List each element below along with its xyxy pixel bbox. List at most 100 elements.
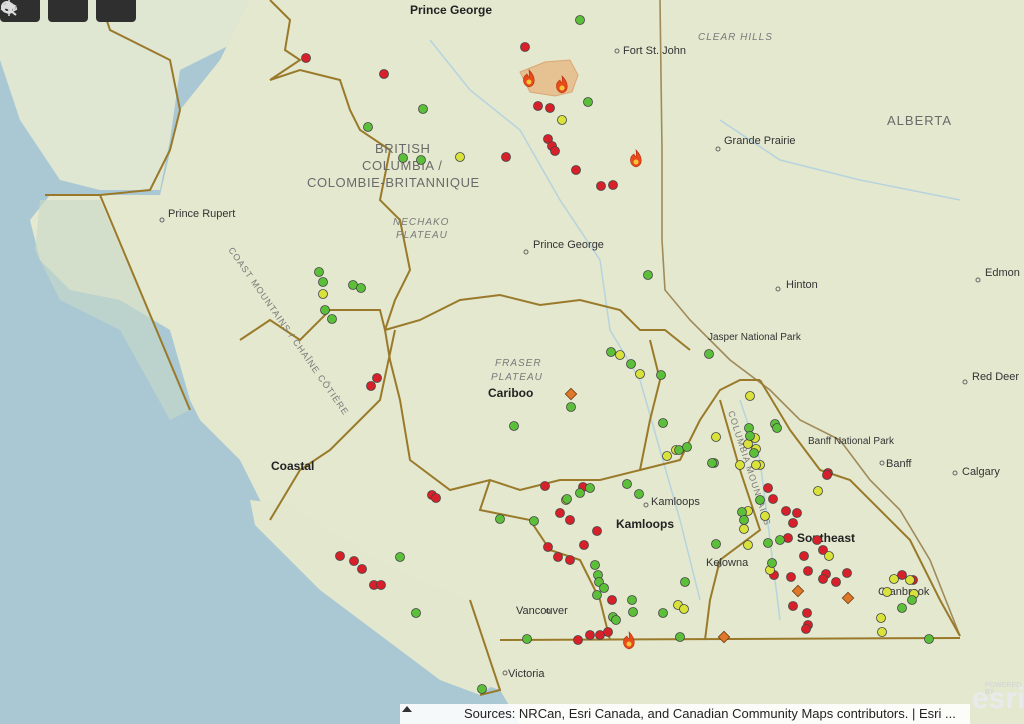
green-fire-marker[interactable] (398, 153, 408, 163)
yellow-fire-marker[interactable] (876, 613, 886, 623)
green-fire-marker[interactable] (356, 283, 366, 293)
red-fire-marker[interactable] (783, 533, 793, 543)
green-fire-marker[interactable] (529, 516, 539, 526)
green-fire-marker[interactable] (711, 539, 721, 549)
red-fire-marker[interactable] (543, 542, 553, 552)
green-fire-marker[interactable] (606, 347, 616, 357)
green-fire-marker[interactable] (622, 479, 632, 489)
green-fire-marker[interactable] (924, 634, 934, 644)
red-fire-marker[interactable] (831, 577, 841, 587)
red-fire-marker[interactable] (501, 152, 511, 162)
red-fire-marker[interactable] (565, 555, 575, 565)
yellow-fire-marker[interactable] (739, 524, 749, 534)
red-fire-marker[interactable] (799, 551, 809, 561)
green-fire-marker[interactable] (658, 418, 668, 428)
yellow-fire-marker[interactable] (813, 486, 823, 496)
map-attribution[interactable]: Sources: NRCan, Esri Canada, and Canadia… (400, 704, 970, 724)
green-fire-marker[interactable] (320, 305, 330, 315)
green-fire-marker[interactable] (411, 608, 421, 618)
yellow-fire-marker[interactable] (679, 604, 689, 614)
red-fire-marker[interactable] (788, 518, 798, 528)
red-fire-marker[interactable] (842, 568, 852, 578)
green-fire-marker[interactable] (772, 423, 782, 433)
yellow-fire-marker[interactable] (760, 511, 770, 521)
red-fire-marker[interactable] (812, 535, 822, 545)
yellow-fire-marker[interactable] (743, 439, 753, 449)
red-fire-marker[interactable] (520, 42, 530, 52)
green-fire-marker[interactable] (680, 577, 690, 587)
green-fire-marker[interactable] (522, 634, 532, 644)
green-fire-marker[interactable] (562, 494, 572, 504)
green-fire-marker[interactable] (363, 122, 373, 132)
red-fire-marker[interactable] (379, 69, 389, 79)
yellow-fire-marker[interactable] (557, 115, 567, 125)
green-fire-marker[interactable] (763, 538, 773, 548)
yellow-fire-marker[interactable] (455, 152, 465, 162)
green-fire-marker[interactable] (707, 458, 717, 468)
green-fire-marker[interactable] (627, 595, 637, 605)
green-fire-marker[interactable] (656, 370, 666, 380)
yellow-fire-marker[interactable] (735, 460, 745, 470)
yellow-fire-marker[interactable] (824, 551, 834, 561)
yellow-fire-marker[interactable] (662, 451, 672, 461)
search-button[interactable] (1, 0, 88, 22)
yellow-fire-marker[interactable] (318, 289, 328, 299)
red-fire-marker[interactable] (802, 608, 812, 618)
red-fire-marker[interactable] (376, 580, 386, 590)
green-fire-marker[interactable] (745, 431, 755, 441)
red-fire-marker[interactable] (781, 506, 791, 516)
yellow-fire-marker[interactable] (615, 350, 625, 360)
yellow-fire-marker[interactable] (882, 587, 892, 597)
green-fire-marker[interactable] (599, 583, 609, 593)
green-fire-marker[interactable] (590, 560, 600, 570)
red-fire-marker[interactable] (607, 595, 617, 605)
green-fire-marker[interactable] (775, 535, 785, 545)
red-fire-marker[interactable] (571, 165, 581, 175)
green-fire-marker[interactable] (611, 615, 621, 625)
green-fire-marker[interactable] (566, 402, 576, 412)
green-fire-marker[interactable] (495, 514, 505, 524)
red-fire-marker[interactable] (372, 373, 382, 383)
green-fire-marker[interactable] (583, 97, 593, 107)
red-fire-marker[interactable] (608, 180, 618, 190)
green-fire-marker[interactable] (592, 590, 602, 600)
green-fire-marker[interactable] (318, 277, 328, 287)
yellow-fire-marker[interactable] (905, 575, 915, 585)
red-fire-marker[interactable] (803, 566, 813, 576)
green-fire-marker[interactable] (658, 608, 668, 618)
green-fire-marker[interactable] (314, 267, 324, 277)
green-fire-marker[interactable] (767, 558, 777, 568)
green-fire-marker[interactable] (509, 421, 519, 431)
yellow-fire-marker[interactable] (889, 574, 899, 584)
green-fire-marker[interactable] (675, 632, 685, 642)
red-fire-marker[interactable] (301, 53, 311, 63)
red-fire-marker[interactable] (550, 146, 560, 156)
red-fire-marker[interactable] (540, 481, 550, 491)
green-fire-marker[interactable] (907, 595, 917, 605)
red-fire-marker[interactable] (553, 552, 563, 562)
green-fire-marker[interactable] (643, 270, 653, 280)
red-fire-marker[interactable] (792, 508, 802, 518)
wildfire-map[interactable]: BRITISH COLUMBIA / COLOMBIE-BRITANNIQUE … (0, 0, 1024, 724)
red-fire-marker[interactable] (897, 570, 907, 580)
green-fire-marker[interactable] (704, 349, 714, 359)
red-fire-marker[interactable] (822, 470, 832, 480)
expand-caret-icon[interactable] (402, 706, 412, 712)
red-fire-marker[interactable] (801, 624, 811, 634)
yellow-fire-marker[interactable] (745, 391, 755, 401)
red-fire-marker[interactable] (596, 181, 606, 191)
red-fire-marker[interactable] (565, 515, 575, 525)
green-fire-marker[interactable] (418, 104, 428, 114)
red-fire-marker[interactable] (788, 601, 798, 611)
green-fire-marker[interactable] (626, 359, 636, 369)
green-fire-marker[interactable] (634, 489, 644, 499)
red-fire-marker[interactable] (335, 551, 345, 561)
green-fire-marker[interactable] (416, 155, 426, 165)
red-fire-marker[interactable] (366, 381, 376, 391)
green-fire-marker[interactable] (897, 603, 907, 613)
red-fire-marker[interactable] (545, 103, 555, 113)
red-fire-marker[interactable] (768, 494, 778, 504)
red-fire-marker[interactable] (533, 101, 543, 111)
green-fire-marker[interactable] (682, 442, 692, 452)
yellow-fire-marker[interactable] (711, 432, 721, 442)
